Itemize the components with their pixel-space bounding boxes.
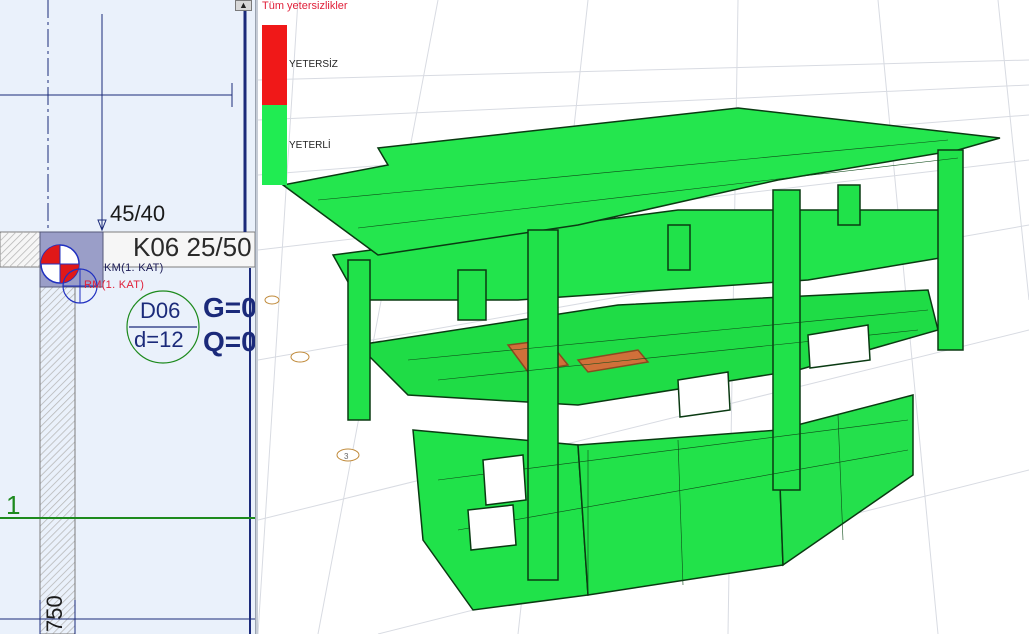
3d-canvas: 3 [258,0,1029,634]
column-3 [937,149,964,351]
3d-model-view[interactable]: 3 [258,0,1029,634]
column-4 [347,259,371,421]
opening-4 [467,504,517,551]
legend-label-sufficient: YETERLİ [289,140,331,151]
grid-bubbles [264,295,360,462]
legend-label-deficient: YETERSİZ [289,59,338,70]
slab-load-q: Q=0 [203,326,257,357]
beam-hatch [0,232,40,267]
column-7 [837,184,861,226]
opening-1 [482,454,527,506]
column-dimension: 45/40 [110,201,166,226]
rm-label: RM(1. KAT) [84,279,145,291]
column-6 [667,224,691,271]
legend-title: Tüm yetersizlikler [262,0,348,12]
km-marker-icon [40,244,80,284]
axis-label: 1 [6,490,21,520]
km-label: KM(1. KAT) [104,262,164,274]
plan-view[interactable]: 45/40 K06 25/50 KM(1. KAT) RM(1. KAT) D0… [0,0,257,634]
legend-swatch-sufficient [262,105,287,185]
building-model [281,107,1001,611]
span-dimension: 750 [42,595,67,632]
column-2 [772,189,801,491]
column-1 [527,229,559,581]
column-5 [457,269,487,321]
legend-swatch-deficient [262,25,287,105]
grid-bubble-label: 3 [344,452,349,461]
slab-load-g: G=0 [203,292,257,323]
opening-2 [677,371,731,418]
slab-name: D06 [140,298,181,323]
beam-label: K06 25/50 [133,232,252,262]
slab-thickness: d=12 [134,327,184,352]
wall-strip [39,266,76,634]
scroll-up-arrow-icon[interactable]: ▲ [235,0,252,11]
